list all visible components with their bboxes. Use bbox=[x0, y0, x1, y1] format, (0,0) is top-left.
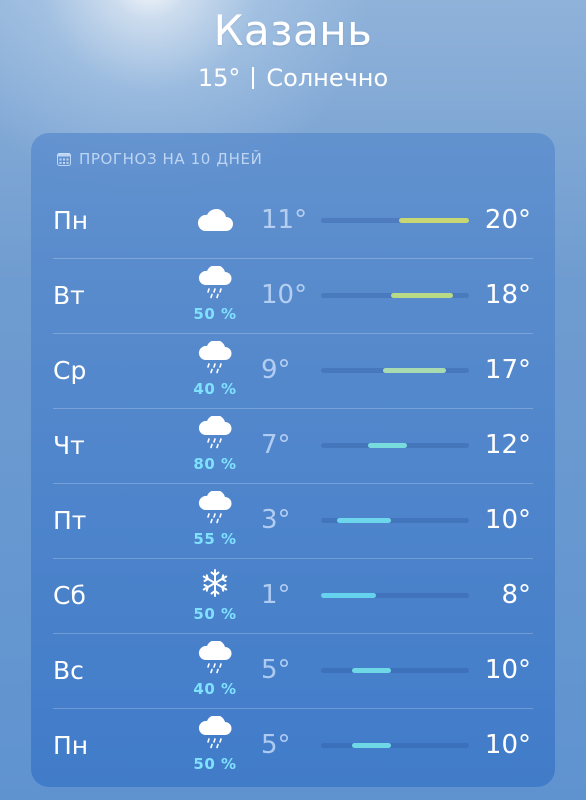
low-temperature: 11° bbox=[261, 205, 308, 235]
current-summary: 15° Солнечно bbox=[0, 64, 586, 92]
city-name: Казань bbox=[213, 6, 373, 55]
temperature-range-track bbox=[321, 668, 469, 673]
temperature-range-bar bbox=[391, 293, 454, 298]
high-temperature: 10° bbox=[484, 730, 531, 760]
rain-cloud-icon bbox=[193, 716, 237, 750]
high-temperature: 17° bbox=[484, 355, 531, 385]
temperature-range-bar bbox=[336, 518, 392, 523]
low-temperature: 5° bbox=[261, 655, 291, 685]
calendar-icon bbox=[57, 152, 71, 166]
low-temperature: 3° bbox=[261, 505, 291, 535]
high-temperature: 10° bbox=[484, 505, 531, 535]
precipitation-chance: 50 % bbox=[193, 605, 237, 623]
temperature-range-bar bbox=[352, 668, 392, 673]
low-temperature: 10° bbox=[261, 280, 308, 310]
precipitation-chance: 40 % bbox=[193, 380, 237, 398]
low-temperature: 9° bbox=[261, 355, 291, 385]
rain-cloud-icon bbox=[193, 341, 237, 375]
day-label: Пт bbox=[53, 506, 87, 535]
day-label: Чт bbox=[53, 431, 85, 460]
temperature-range-track bbox=[321, 218, 469, 223]
high-temperature: 8° bbox=[501, 580, 531, 610]
high-temperature: 12° bbox=[484, 430, 531, 460]
precipitation-chance: 40 % bbox=[193, 680, 237, 698]
forecast-row[interactable]: Пн 50 % 5° 10° bbox=[31, 708, 555, 783]
forecast-row[interactable]: Сб 50 % 1° 8° bbox=[31, 558, 555, 633]
temperature-range-bar bbox=[398, 218, 469, 223]
temperature-range-bar bbox=[352, 743, 392, 748]
forecast-row[interactable]: Пн 11° 20° bbox=[31, 183, 555, 258]
day-label: Сб bbox=[53, 581, 86, 610]
forecast-row[interactable]: Пт 55 % 3° 10° bbox=[31, 483, 555, 558]
temperature-range-bar bbox=[367, 443, 407, 448]
temperature-range-track bbox=[321, 293, 469, 298]
rain-cloud-icon bbox=[193, 641, 237, 675]
summary-separator bbox=[252, 67, 255, 89]
low-temperature: 5° bbox=[261, 730, 291, 760]
rain-cloud-icon bbox=[193, 491, 237, 525]
forecast-row[interactable]: Вс 40 % 5° 10° bbox=[31, 633, 555, 708]
ten-day-forecast-card[interactable]: ПРОГНОЗ НА 10 ДНЕЙ Пн 11° 20° Вт 50 % 10° 18° С… bbox=[31, 133, 555, 787]
day-label: Пн bbox=[53, 206, 89, 235]
temperature-range-track bbox=[321, 593, 469, 598]
rain-cloud-icon bbox=[193, 416, 237, 450]
forecast-card-title: ПРОГНОЗ НА 10 ДНЕЙ bbox=[79, 150, 263, 168]
precipitation-chance: 50 % bbox=[193, 755, 237, 773]
day-label: Ср bbox=[53, 356, 87, 385]
precipitation-chance: 80 % bbox=[193, 455, 237, 473]
snowflake-icon bbox=[193, 566, 237, 600]
precipitation-chance: 55 % bbox=[193, 530, 237, 548]
day-label: Вт bbox=[53, 281, 85, 310]
forecast-row[interactable]: Вт 50 % 10° 18° bbox=[31, 258, 555, 333]
forecast-row[interactable]: Чт 80 % 7° 12° bbox=[31, 408, 555, 483]
high-temperature: 10° bbox=[484, 655, 531, 685]
temperature-range-track bbox=[321, 518, 469, 523]
forecast-row[interactable]: Ср 40 % 9° 17° bbox=[31, 333, 555, 408]
low-temperature: 7° bbox=[261, 430, 291, 460]
forecast-card-header: ПРОГНОЗ НА 10 ДНЕЙ bbox=[57, 150, 262, 168]
temperature-range-track bbox=[321, 368, 469, 373]
temperature-range-track bbox=[321, 743, 469, 748]
temperature-range-bar bbox=[383, 368, 446, 373]
current-condition: Солнечно bbox=[266, 64, 389, 92]
temperature-range-track bbox=[321, 443, 469, 448]
day-label: Вс bbox=[53, 656, 84, 685]
high-temperature: 18° bbox=[484, 280, 531, 310]
high-temperature: 20° bbox=[484, 205, 531, 235]
temperature-range-bar bbox=[321, 593, 376, 598]
rain-cloud-icon bbox=[193, 266, 237, 300]
current-temperature: 15° bbox=[197, 64, 241, 92]
precipitation-chance: 50 % bbox=[193, 305, 237, 323]
low-temperature: 1° bbox=[261, 580, 291, 610]
cloud-icon bbox=[193, 203, 237, 237]
day-label: Пн bbox=[53, 731, 89, 760]
